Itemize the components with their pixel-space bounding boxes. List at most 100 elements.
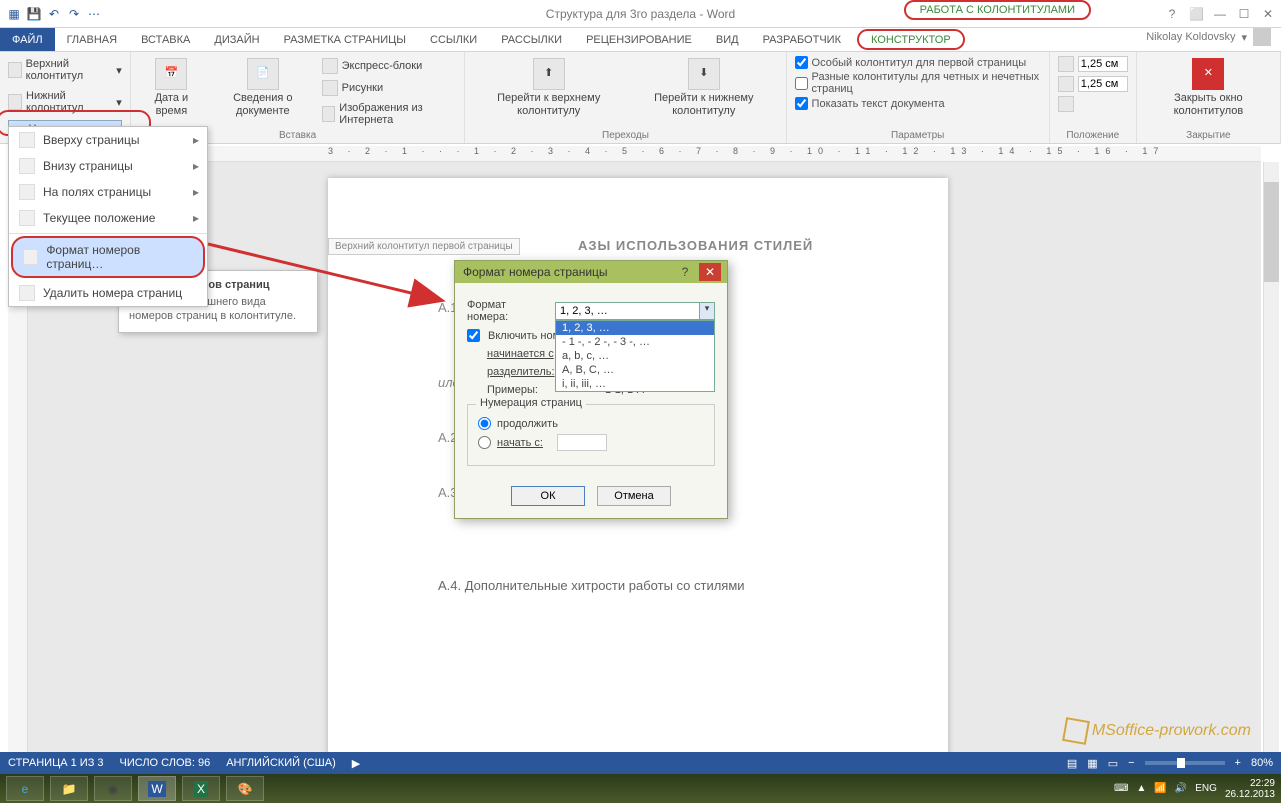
- tab-file[interactable]: ФАЙЛ: [0, 28, 55, 51]
- header-icon: [8, 62, 22, 78]
- status-macro-icon[interactable]: ▶: [352, 757, 360, 770]
- ribbon-display-icon[interactable]: ⬜: [1189, 7, 1203, 21]
- format-combo[interactable]: [555, 302, 715, 320]
- status-words[interactable]: ЧИСЛО СЛОВ: 96: [120, 757, 211, 769]
- start-at-radio[interactable]: начать с:: [478, 434, 704, 451]
- tab-references[interactable]: ССЫЛКИ: [418, 28, 489, 51]
- zoom-handle[interactable]: [1177, 758, 1185, 768]
- vertical-scrollbar[interactable]: [1263, 162, 1279, 755]
- user-name[interactable]: Nikolay Koldovsky: [1146, 31, 1235, 43]
- cancel-button[interactable]: Отмена: [597, 486, 671, 506]
- insert-tab-button[interactable]: [1058, 96, 1128, 112]
- tab-insert[interactable]: ВСТАВКА: [129, 28, 202, 51]
- diff-odd-even-checkbox[interactable]: Разные колонтитулы для четных и нечетных…: [795, 71, 1041, 95]
- docinfo-button[interactable]: 📄Сведения о документе: [210, 56, 316, 128]
- avatar[interactable]: [1253, 28, 1271, 46]
- pn-margins[interactable]: На полях страницы▸: [9, 179, 207, 205]
- online-pictures-button[interactable]: Изображения из Интернета: [322, 100, 457, 128]
- start-at-input[interactable]: [557, 434, 607, 451]
- tray-volume-icon[interactable]: 🔊: [1175, 783, 1187, 794]
- qat-more-icon[interactable]: ⋯: [86, 6, 102, 22]
- maximize-icon[interactable]: ☐: [1237, 7, 1251, 21]
- tab-design[interactable]: ДИЗАЙН: [202, 28, 271, 51]
- zoom-value[interactable]: 80%: [1251, 757, 1273, 769]
- zoom-slider[interactable]: [1145, 761, 1225, 765]
- show-doc-text-checkbox[interactable]: Показать текст документа: [795, 97, 1041, 110]
- taskbar-excel[interactable]: X: [182, 776, 220, 801]
- help-icon[interactable]: ?: [1165, 7, 1179, 21]
- dialog-title: Формат номера страницы: [463, 265, 608, 279]
- scroll-thumb[interactable]: [1264, 182, 1279, 282]
- quickparts-icon: [322, 58, 338, 74]
- taskbar: e 📁 ◉ W X 🎨 ⌨ ▲ 📶 🔊 ENG 22:29 26.12.2013: [0, 774, 1281, 803]
- taskbar-word[interactable]: W: [138, 776, 176, 801]
- tab-home[interactable]: ГЛАВНАЯ: [55, 28, 129, 51]
- tab-developer[interactable]: РАЗРАБОТЧИК: [751, 28, 853, 51]
- tab-hf-design[interactable]: КОНСТРУКТОР: [857, 29, 965, 50]
- status-bar: СТРАНИЦА 1 ИЗ 3 ЧИСЛО СЛОВ: 96 АНГЛИЙСКИ…: [0, 752, 1281, 774]
- combo-chevron-icon[interactable]: ▾: [699, 302, 715, 320]
- close-icon[interactable]: ✕: [1261, 7, 1275, 21]
- tray-clock[interactable]: 22:29 26.12.2013: [1225, 778, 1275, 800]
- dialog-close-button[interactable]: ✕: [699, 263, 721, 281]
- combo-option[interactable]: a, b, c, …: [556, 349, 714, 363]
- pn-remove[interactable]: Удалить номера страниц: [9, 280, 207, 306]
- view-print-icon[interactable]: ▦: [1087, 757, 1097, 770]
- tab-view[interactable]: ВИД: [704, 28, 751, 51]
- heading-a4: А.4. Дополнительные хитрости работы со с…: [438, 578, 745, 593]
- pn-bottom[interactable]: Внизу страницы▸: [9, 153, 207, 179]
- quickparts-button[interactable]: Экспресс-блоки: [322, 56, 457, 76]
- pn-margins-icon: [19, 184, 35, 200]
- ok-button[interactable]: ОК: [511, 486, 585, 506]
- tab-mailings[interactable]: РАССЫЛКИ: [489, 28, 574, 51]
- chrome-icon: ◉: [108, 782, 118, 796]
- status-language[interactable]: АНГЛИЙСКИЙ (США): [226, 757, 336, 769]
- header-dropdown[interactable]: Верхний колонтитул ▾: [8, 56, 122, 84]
- goto-header-button[interactable]: ⬆Перейти к верхнему колонтитулу: [473, 56, 624, 128]
- zoom-in-icon[interactable]: +: [1235, 757, 1241, 769]
- tray-network-icon[interactable]: 📶: [1154, 783, 1166, 794]
- pictures-button[interactable]: Рисунки: [322, 78, 457, 98]
- footer-dropdown[interactable]: Нижний колонтитул ▾: [8, 88, 122, 116]
- header-from-top[interactable]: [1058, 56, 1128, 72]
- footer-from-bottom[interactable]: [1058, 76, 1128, 92]
- tab-review[interactable]: РЕЦЕНЗИРОВАНИЕ: [574, 28, 704, 51]
- diff-first-checkbox[interactable]: Особый колонтитул для первой страницы: [795, 56, 1041, 69]
- datetime-button[interactable]: 📅Дата и время: [139, 56, 204, 128]
- save-icon[interactable]: 💾: [26, 6, 42, 22]
- context-tab-header: РАБОТА С КОЛОНТИТУЛАМИ: [904, 0, 1091, 20]
- header-top-icon: [1058, 56, 1074, 72]
- taskbar-ie[interactable]: e: [6, 776, 44, 801]
- tray-keyboard-icon[interactable]: ⌨: [1114, 783, 1128, 794]
- footer-icon: [8, 94, 22, 110]
- combo-option[interactable]: 1, 2, 3, …: [556, 321, 714, 335]
- pn-top[interactable]: Вверху страницы▸: [9, 127, 207, 153]
- pn-current[interactable]: Текущее положение▸: [9, 205, 207, 231]
- user-menu-chevron[interactable]: ▾: [1241, 31, 1247, 44]
- undo-icon[interactable]: ↶: [46, 6, 62, 22]
- pn-format[interactable]: Формат номеров страниц…: [11, 236, 205, 278]
- taskbar-app[interactable]: 🎨: [226, 776, 264, 801]
- taskbar-chrome[interactable]: ◉: [94, 776, 132, 801]
- view-read-icon[interactable]: ▤: [1067, 757, 1077, 770]
- horizontal-ruler[interactable]: 3 · 2 · 1 · · · 1 · 2 · 3 · 4 · 5 · 6 · …: [28, 146, 1261, 162]
- tab-layout[interactable]: РАЗМЕТКА СТРАНИЦЫ: [272, 28, 418, 51]
- redo-icon[interactable]: ↷: [66, 6, 82, 22]
- continue-radio[interactable]: продолжить: [478, 417, 704, 430]
- goto-footer-button[interactable]: ⬇Перейти к нижнему колонтитулу: [630, 56, 778, 128]
- zoom-out-icon[interactable]: −: [1128, 757, 1134, 769]
- dialog-help-button[interactable]: ?: [675, 265, 695, 279]
- group-label-close: Закрытие: [1145, 128, 1272, 141]
- pn-current-icon: [19, 210, 35, 226]
- close-hf-button[interactable]: ✕Закрыть окно колонтитулов: [1145, 56, 1272, 128]
- combo-option[interactable]: i, ii, iii, …: [556, 377, 714, 391]
- view-web-icon[interactable]: ▭: [1108, 757, 1118, 770]
- combo-option[interactable]: - 1 -, - 2 -, - 3 -, …: [556, 335, 714, 349]
- minimize-icon[interactable]: —: [1213, 7, 1227, 21]
- status-page[interactable]: СТРАНИЦА 1 ИЗ 3: [8, 757, 104, 769]
- tray-up-icon[interactable]: ▲: [1136, 783, 1146, 794]
- tray-lang[interactable]: ENG: [1195, 783, 1217, 794]
- taskbar-explorer[interactable]: 📁: [50, 776, 88, 801]
- combo-option[interactable]: A, B, C, …: [556, 363, 714, 377]
- window-title: Структура для 3го раздела - Word: [546, 7, 735, 21]
